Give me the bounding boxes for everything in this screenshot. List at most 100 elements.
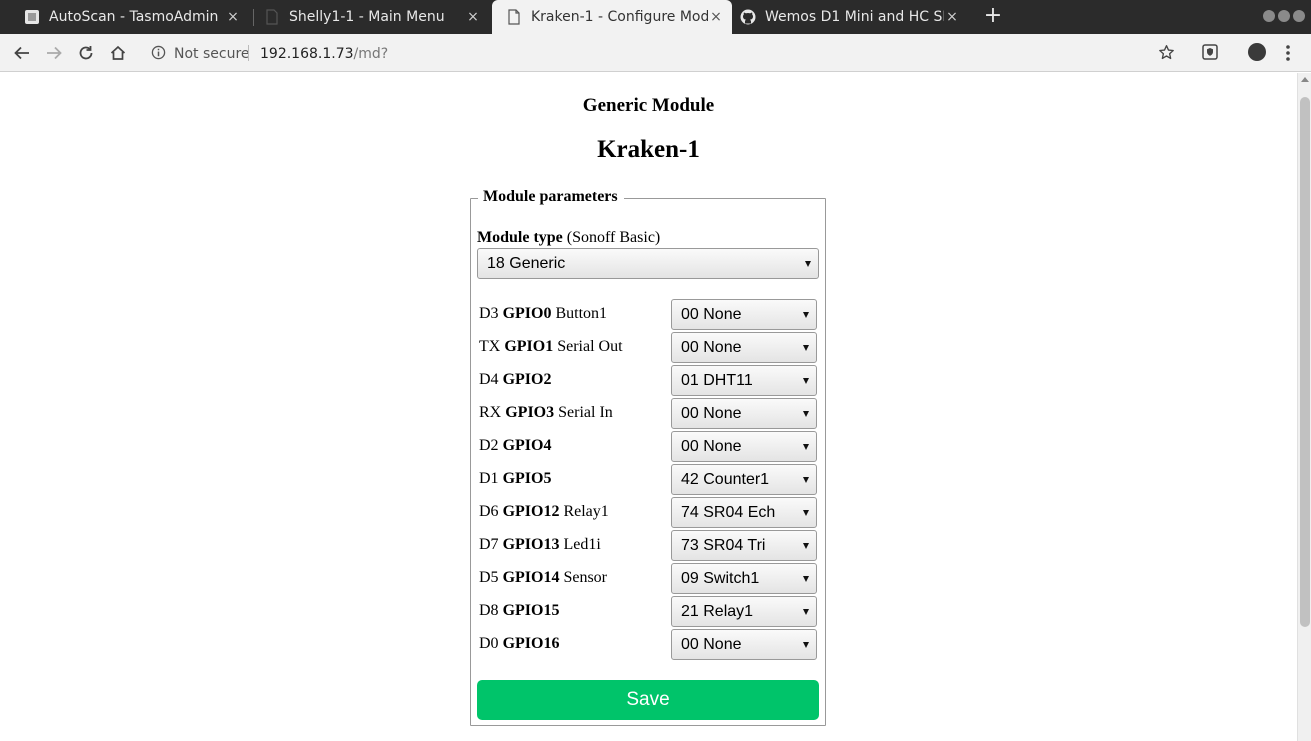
reload-button[interactable] bbox=[74, 41, 98, 65]
gpio-label: D5 GPIO14 Sensor bbox=[479, 569, 607, 587]
maximize-window-icon[interactable] bbox=[1278, 10, 1290, 22]
gpio-function-label: Serial Out bbox=[557, 338, 623, 355]
dropdown-arrow-icon bbox=[803, 345, 809, 351]
dropdown-arrow-icon bbox=[803, 477, 809, 483]
gpio-select-value: 01 DHT11 bbox=[681, 371, 753, 389]
tab-autoscan[interactable]: AutoScan - TasmoAdmin × bbox=[0, 0, 253, 34]
tab-shelly[interactable]: Shelly1-1 - Main Menu × bbox=[240, 0, 493, 34]
back-button[interactable] bbox=[10, 41, 34, 65]
gpio-pin-label: D4 bbox=[479, 371, 499, 388]
url-host: 192.168.1.73 bbox=[260, 46, 354, 62]
gpio-label: D0 GPIO16 bbox=[479, 635, 559, 653]
browser-menu-icon[interactable] bbox=[1284, 43, 1292, 63]
home-button[interactable] bbox=[106, 41, 130, 65]
gpio-row: RX GPIO3 Serial In 00 None bbox=[477, 398, 819, 429]
github-icon bbox=[740, 9, 756, 25]
gpio-select-value: 09 Switch1 bbox=[681, 569, 760, 587]
gpio-select[interactable]: 74 SR04 Ech bbox=[671, 497, 817, 528]
gpio-select[interactable]: 00 None bbox=[671, 431, 817, 462]
bookmark-star-icon[interactable] bbox=[1158, 44, 1175, 61]
forward-button[interactable] bbox=[42, 41, 66, 65]
gpio-label: RX GPIO3 Serial In bbox=[479, 404, 613, 422]
gpio-name-label: GPIO15 bbox=[502, 602, 560, 619]
gpio-row: D8 GPIO15 21 Relay1 bbox=[477, 596, 819, 627]
gpio-label: D8 GPIO15 bbox=[479, 602, 559, 620]
gpio-pin-label: D6 bbox=[479, 503, 499, 520]
close-tab-icon[interactable]: × bbox=[708, 9, 724, 25]
close-tab-icon[interactable]: × bbox=[944, 9, 960, 25]
gpio-select-value: 21 Relay1 bbox=[681, 602, 754, 620]
gpio-select[interactable]: 09 Switch1 bbox=[671, 563, 817, 594]
scroll-up-arrow-icon[interactable] bbox=[1301, 77, 1309, 82]
gpio-select[interactable]: 00 None bbox=[671, 332, 817, 363]
gpio-label: D1 GPIO5 bbox=[479, 470, 551, 488]
gpio-function-label: Led1i bbox=[563, 536, 601, 553]
tab-github[interactable]: Wemos D1 Mini and HC SR04 × bbox=[732, 0, 972, 34]
dropdown-arrow-icon bbox=[803, 378, 809, 384]
tab-title: Wemos D1 Mini and HC SR04 bbox=[765, 9, 944, 25]
new-tab-button[interactable]: + bbox=[982, 5, 1004, 27]
dropdown-arrow-icon bbox=[803, 444, 809, 450]
security-label: Not secure bbox=[174, 46, 250, 62]
module-type-note: (Sonoff Basic) bbox=[566, 229, 661, 246]
gpio-select[interactable]: 01 DHT11 bbox=[671, 365, 817, 396]
page-icon bbox=[508, 9, 520, 25]
close-tab-icon[interactable]: × bbox=[225, 9, 241, 25]
close-window-icon[interactable] bbox=[1293, 10, 1305, 22]
gpio-select-value: 42 Counter1 bbox=[681, 470, 770, 488]
gpio-name-label: GPIO14 bbox=[502, 569, 560, 586]
profile-avatar[interactable] bbox=[1248, 43, 1266, 61]
page-scrollbar[interactable] bbox=[1297, 73, 1311, 741]
reload-icon bbox=[79, 46, 93, 60]
forward-arrow-icon bbox=[47, 46, 62, 60]
gpio-function-label: Serial In bbox=[558, 404, 613, 421]
gpio-pin-label: D7 bbox=[479, 536, 499, 553]
gpio-label: TX GPIO1 Serial Out bbox=[479, 338, 623, 356]
gpio-row: D0 GPIO16 00 None bbox=[477, 629, 819, 660]
gpio-pin-label: D1 bbox=[479, 470, 499, 487]
gpio-select-value: 00 None bbox=[681, 305, 742, 323]
gpio-select-value: 74 SR04 Ech bbox=[681, 503, 776, 521]
extension-shield-icon[interactable] bbox=[1201, 43, 1219, 61]
save-button[interactable]: Save bbox=[477, 680, 819, 720]
module-type-label: Module type (Sonoff Basic) bbox=[477, 229, 660, 247]
gpio-pin-label: D2 bbox=[479, 437, 499, 454]
gpio-select-value: 00 None bbox=[681, 437, 742, 455]
browser-toolbar: Not secure 192.168.1.73/md? bbox=[0, 34, 1311, 72]
page-icon bbox=[266, 9, 278, 25]
gpio-pin-label: D3 bbox=[479, 305, 499, 322]
gpio-label: D3 GPIO0 Button1 bbox=[479, 305, 607, 323]
gpio-select[interactable]: 00 None bbox=[671, 398, 817, 429]
gpio-select-value: 00 None bbox=[681, 338, 742, 356]
tab-title: Kraken-1 - Configure Module bbox=[531, 9, 708, 25]
scrollbar-thumb[interactable] bbox=[1300, 97, 1310, 627]
gpio-row: D1 GPIO5 42 Counter1 bbox=[477, 464, 819, 495]
gpio-select[interactable]: 00 None bbox=[671, 299, 817, 330]
browser-tab-strip: AutoScan - TasmoAdmin × Shelly1-1 - Main… bbox=[0, 0, 1311, 34]
module-type-select[interactable]: 18 Generic bbox=[477, 248, 819, 279]
gpio-select[interactable]: 42 Counter1 bbox=[671, 464, 817, 495]
gpio-select-value: 73 SR04 Tri bbox=[681, 536, 766, 554]
gpio-pin-label: RX bbox=[479, 404, 502, 421]
gpio-row: D6 GPIO12 Relay1 74 SR04 Ech bbox=[477, 497, 819, 528]
home-icon bbox=[110, 45, 126, 60]
dropdown-arrow-icon bbox=[803, 312, 809, 318]
gpio-select-value: 00 None bbox=[681, 404, 742, 422]
gpio-name-label: GPIO5 bbox=[502, 470, 552, 487]
dropdown-arrow-icon bbox=[805, 261, 811, 267]
gpio-select[interactable]: 73 SR04 Tri bbox=[671, 530, 817, 561]
address-bar[interactable]: Not secure 192.168.1.73/md? bbox=[140, 38, 1190, 68]
minimize-window-icon[interactable] bbox=[1263, 10, 1275, 22]
info-icon[interactable] bbox=[151, 45, 166, 60]
gpio-select[interactable]: 21 Relay1 bbox=[671, 596, 817, 627]
fieldset-legend: Module parameters bbox=[478, 187, 624, 207]
close-tab-icon[interactable]: × bbox=[465, 9, 481, 25]
gpio-name-label: GPIO16 bbox=[502, 635, 560, 652]
module-heading: Generic Module bbox=[582, 95, 715, 116]
gpio-function-label: Button1 bbox=[555, 305, 608, 322]
gpio-select[interactable]: 00 None bbox=[671, 629, 817, 660]
module-type-label-text: Module type bbox=[477, 229, 563, 246]
tasmoadmin-favicon bbox=[25, 10, 39, 24]
gpio-label: D4 GPIO2 bbox=[479, 371, 551, 389]
tab-kraken[interactable]: Kraken-1 - Configure Module × bbox=[492, 0, 732, 34]
